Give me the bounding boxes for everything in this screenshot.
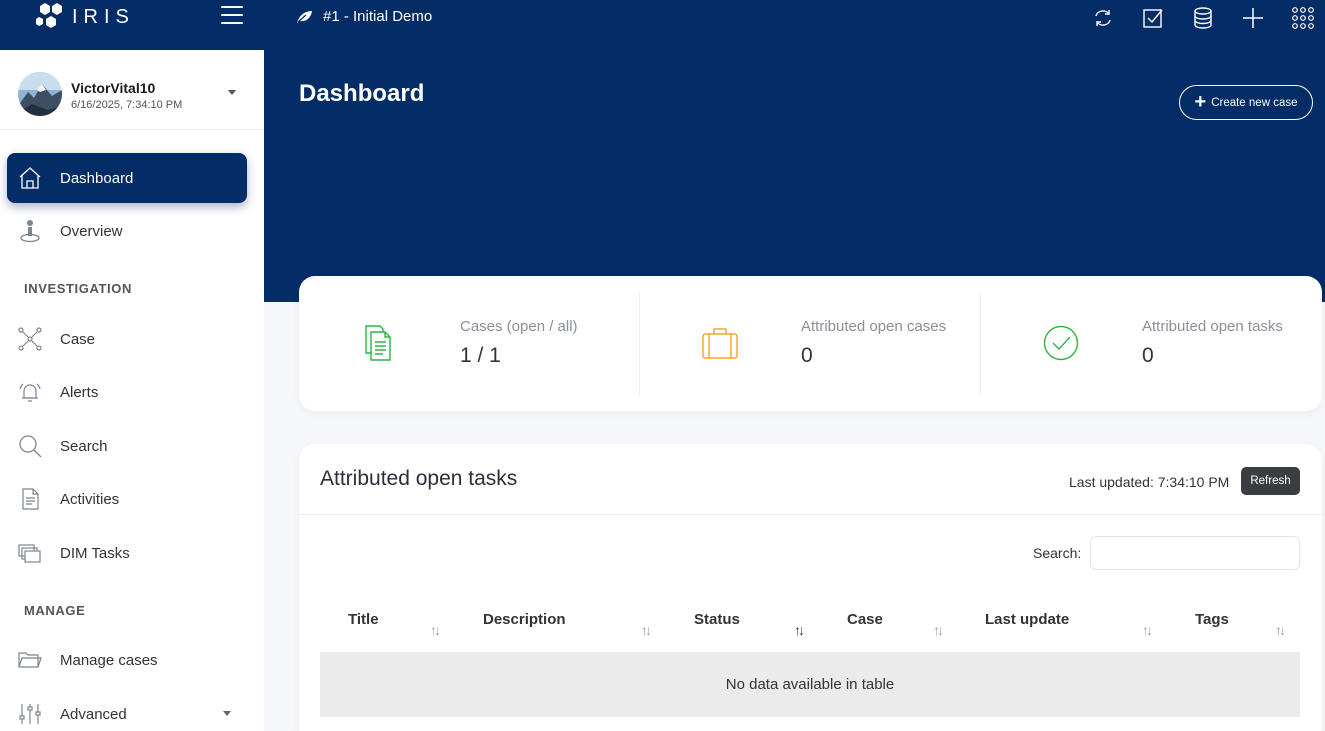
column-header-title[interactable]: Title [348, 611, 379, 628]
create-new-case-button[interactable]: + Create new case [1179, 85, 1313, 120]
table-search-label: Search: [1033, 545, 1082, 561]
sidebar-item-manage-cases[interactable]: Manage cases [7, 635, 247, 685]
sidebar-item-label: Alerts [60, 383, 99, 401]
sidebar-item-label: DIM Tasks [60, 544, 130, 562]
top-navbar: IRIS #1 - Initial Demo [0, 0, 1325, 50]
alerts-bell-icon [19, 383, 41, 402]
stat-title: Attributed open cases [801, 318, 947, 335]
stat-value: 0 [1142, 344, 1154, 367]
section-manage-title: MANAGE [24, 603, 86, 618]
logo-text[interactable]: IRIS [72, 6, 135, 29]
search-icon [19, 435, 42, 458]
current-case-title[interactable]: #1 - Initial Demo [296, 8, 432, 25]
avatar[interactable] [18, 72, 62, 116]
sidebar-item-label: Advanced [60, 705, 127, 723]
sidebar-item-label: Search [60, 437, 108, 455]
sidebar-item-label: Manage cases [60, 651, 158, 669]
database-icon[interactable] [1191, 6, 1215, 30]
sidebar-item-label: Activities [60, 490, 120, 508]
dim-tasks-icon [18, 544, 41, 563]
sidebar-item-search[interactable]: Search [7, 421, 247, 471]
cases-doc-icon [365, 325, 391, 361]
table-search-input[interactable] [1090, 536, 1300, 570]
user-menu-caret-icon[interactable] [228, 90, 236, 95]
stat-value: 1 / 1 [460, 344, 501, 367]
attributed-tasks-card: Attributed open tasks Last updated: 7:34… [299, 444, 1322, 731]
sidebar: VictorVital10 6/16/2025, 7:34:10 PM Dash… [0, 50, 264, 731]
sidebar-item-activities[interactable]: Activities [7, 474, 247, 524]
menu-toggle-icon[interactable] [221, 6, 243, 24]
sidebar-item-overview[interactable]: Overview [7, 206, 247, 256]
iris-logo-icon[interactable] [36, 2, 68, 30]
column-header-description[interactable]: Description [483, 611, 566, 628]
check-circle-icon [1043, 325, 1079, 361]
apps-grid-icon[interactable] [1291, 6, 1315, 30]
sort-icon[interactable]: ↑↓ [641, 622, 652, 638]
sidebar-item-dashboard[interactable]: Dashboard [7, 153, 247, 203]
topbar-actions [1091, 6, 1315, 30]
sidebar-item-dim-tasks[interactable]: DIM Tasks [7, 528, 247, 578]
last-updated-text: Last updated: 7:34:10 PM [1069, 474, 1230, 490]
user-name[interactable]: VictorVital10 [71, 80, 155, 96]
refresh-icon[interactable] [1091, 6, 1115, 30]
stat-title: Attributed open tasks [1142, 318, 1283, 335]
user-datetime: 6/16/2025, 7:34:10 PM [71, 99, 183, 111]
brand-area: IRIS [0, 0, 264, 50]
case-network-icon [18, 327, 42, 351]
card-title: Attributed open tasks [320, 467, 518, 490]
table-empty-row: No data available in table [320, 652, 1300, 717]
page-title: Dashboard [299, 80, 425, 107]
stat-value: 0 [801, 344, 813, 367]
sidebar-item-case[interactable]: Case [7, 314, 247, 364]
folder-icon [18, 652, 42, 668]
column-header-status[interactable]: Status [694, 611, 740, 628]
create-new-case-label: Create new case [1211, 96, 1298, 109]
plus-icon[interactable] [1241, 6, 1265, 30]
activities-doc-icon [22, 488, 39, 510]
stats-card: Cases (open / all) 1 / 1 Attributed open… [299, 276, 1322, 411]
refresh-button[interactable]: Refresh [1241, 467, 1300, 495]
home-icon [19, 167, 41, 189]
column-header-case[interactable]: Case [847, 611, 883, 628]
card-header: Attributed open tasks Last updated: 7:34… [299, 444, 1322, 515]
leaf-icon [297, 10, 312, 23]
sidebar-item-advanced[interactable]: Advanced [7, 689, 247, 731]
overview-pin-icon [20, 220, 40, 243]
user-panel: VictorVital10 6/16/2025, 7:34:10 PM [0, 50, 264, 130]
tasks-check-icon[interactable] [1141, 6, 1165, 30]
sort-icon[interactable]: ↑↓ [1275, 622, 1286, 638]
column-header-last-update[interactable]: Last update [985, 611, 1069, 628]
sort-icon[interactable]: ↑↓ [1142, 622, 1153, 638]
column-header-tags[interactable]: Tags [1195, 611, 1229, 628]
chevron-down-icon [223, 711, 231, 716]
stat-attributed-open-cases: Attributed open cases 0 [640, 292, 981, 395]
sidebar-item-label: Dashboard [60, 169, 134, 187]
stat-cases: Cases (open / all) 1 / 1 [299, 292, 640, 395]
sort-icon[interactable]: ↑↓ [430, 622, 441, 638]
case-title-text: #1 - Initial Demo [323, 8, 433, 25]
section-investigation-title: INVESTIGATION [24, 281, 132, 296]
sliders-icon [19, 704, 41, 724]
briefcase-icon [702, 328, 738, 359]
stat-attributed-open-tasks: Attributed open tasks 0 [981, 292, 1322, 395]
sort-icon[interactable]: ↑↓ [933, 622, 944, 638]
sidebar-item-label: Overview [60, 222, 123, 240]
sidebar-item-alerts[interactable]: Alerts [7, 367, 247, 417]
stat-title: Cases (open / all) [460, 318, 578, 335]
sort-asc-icon[interactable]: ↑↓ [794, 622, 805, 638]
plus-icon: + [1194, 90, 1207, 113]
sidebar-item-label: Case [60, 330, 96, 348]
